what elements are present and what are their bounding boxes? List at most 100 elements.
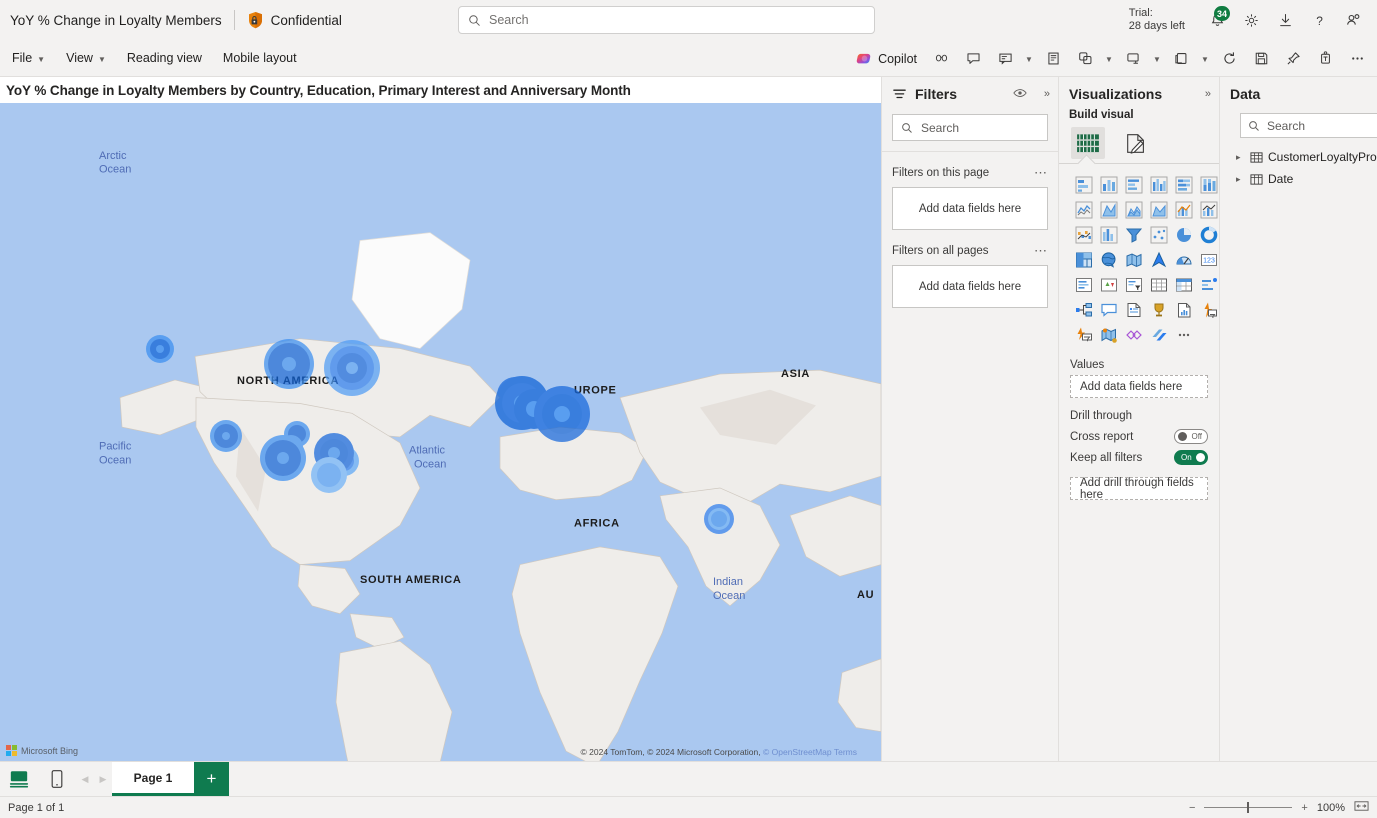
zoom-slider[interactable] bbox=[1204, 807, 1292, 808]
paginated-report-icon[interactable] bbox=[1171, 297, 1196, 322]
comment-icon[interactable] bbox=[957, 44, 989, 74]
zoom-slider-thumb[interactable] bbox=[1247, 802, 1249, 813]
menu-view[interactable]: View ▼ bbox=[57, 46, 115, 70]
map-bubble-layer[interactable] bbox=[0, 103, 881, 761]
account-manager-icon[interactable] bbox=[1337, 4, 1369, 36]
menu-file[interactable]: File ▼ bbox=[3, 46, 54, 70]
copilot-button[interactable]: Copilot bbox=[850, 46, 925, 71]
zoom-in-button[interactable]: + bbox=[1301, 802, 1307, 814]
menu-mobile-layout[interactable]: Mobile layout bbox=[214, 46, 306, 70]
next-page-icon[interactable]: ▶ bbox=[94, 762, 112, 796]
stacked-bar-chart-icon[interactable] bbox=[1071, 172, 1096, 197]
scatter-chart-icon[interactable] bbox=[1146, 222, 1171, 247]
ribbon-chart-icon[interactable] bbox=[1196, 197, 1221, 222]
keep-all-filters-toggle[interactable]: On bbox=[1174, 450, 1208, 465]
subscribe-caret[interactable]: ▼ bbox=[1101, 44, 1117, 74]
previous-page-icon[interactable]: ◀ bbox=[76, 762, 94, 796]
treemap-icon[interactable] bbox=[1071, 247, 1096, 272]
filled-map-icon[interactable] bbox=[1121, 247, 1146, 272]
smart-narrative-icon[interactable] bbox=[1121, 297, 1146, 322]
save-icon[interactable] bbox=[1245, 44, 1277, 74]
key-influencers-icon[interactable] bbox=[1096, 297, 1121, 322]
more-options-icon[interactable]: ⋯ bbox=[1034, 165, 1048, 181]
report-canvas[interactable]: YoY % Change in Loyalty Members by Count… bbox=[0, 77, 881, 761]
mobile-layout-icon[interactable] bbox=[38, 762, 76, 796]
chevron-right-icon[interactable]: ▸ bbox=[1236, 174, 1245, 185]
filters-search-input[interactable]: Search bbox=[892, 114, 1048, 141]
export-icon[interactable] bbox=[1165, 44, 1197, 74]
arcgis-maps-icon[interactable] bbox=[1096, 322, 1121, 347]
line-clustered-column-icon[interactable] bbox=[1171, 197, 1196, 222]
zoom-out-button[interactable]: − bbox=[1189, 802, 1195, 814]
cross-report-toggle[interactable]: Off bbox=[1174, 429, 1208, 444]
funnel-icon[interactable] bbox=[1121, 222, 1146, 247]
bookmarks-icon[interactable] bbox=[1037, 44, 1069, 74]
pin-icon[interactable] bbox=[1277, 44, 1309, 74]
chevron-double-right-icon[interactable]: » bbox=[1044, 88, 1050, 100]
hide-pane-eye-icon[interactable] bbox=[1013, 87, 1027, 102]
chat-in-teams-icon[interactable] bbox=[989, 44, 1021, 74]
100-stacked-bar-chart-icon[interactable] bbox=[1171, 172, 1196, 197]
openstreetmap-link[interactable]: © OpenStreetMap bbox=[763, 747, 832, 757]
gauge-icon[interactable] bbox=[1171, 247, 1196, 272]
map-terms-link[interactable]: Terms bbox=[834, 747, 857, 757]
share-caret[interactable]: ▼ bbox=[1149, 44, 1165, 74]
matrix-icon[interactable] bbox=[1171, 272, 1196, 297]
more-visuals-icon[interactable] bbox=[1171, 322, 1196, 347]
menu-reading-view[interactable]: Reading view bbox=[118, 46, 211, 70]
line-chart-icon[interactable] bbox=[1071, 197, 1096, 222]
data-table-date[interactable]: ▸ Date bbox=[1220, 168, 1377, 190]
report-title[interactable]: YoY % Change in Loyalty Members bbox=[0, 13, 222, 28]
kpi-icon[interactable] bbox=[1096, 272, 1121, 297]
subscribe-icon[interactable] bbox=[1069, 44, 1101, 74]
stacked-area-chart-icon[interactable] bbox=[1121, 197, 1146, 222]
data-search-input[interactable]: Search bbox=[1240, 113, 1377, 138]
refresh-icon[interactable] bbox=[1213, 44, 1245, 74]
help-question-icon[interactable]: ? bbox=[1303, 4, 1335, 36]
more-options-icon[interactable]: ⋯ bbox=[1034, 243, 1048, 259]
line-stacked-column-icon[interactable] bbox=[1146, 197, 1171, 222]
metrics-icon[interactable] bbox=[1146, 297, 1171, 322]
global-search-box[interactable]: Search bbox=[458, 6, 875, 34]
view-accessible-icon[interactable] bbox=[925, 44, 957, 74]
power-automate-icon[interactable] bbox=[1071, 322, 1096, 347]
format-visual-tab[interactable] bbox=[1119, 127, 1153, 159]
area-chart-icon[interactable] bbox=[1096, 197, 1121, 222]
r-script-visual-icon[interactable] bbox=[1196, 272, 1221, 297]
export-caret[interactable]: ▼ bbox=[1197, 44, 1213, 74]
chiclet-slicer-icon[interactable] bbox=[1121, 322, 1146, 347]
waterfall-chart-icon[interactable] bbox=[1071, 222, 1096, 247]
slicer-icon[interactable] bbox=[1121, 272, 1146, 297]
add-page-button[interactable]: + bbox=[194, 762, 229, 796]
donut-chart-icon[interactable] bbox=[1196, 222, 1221, 247]
settings-gear-icon[interactable] bbox=[1235, 4, 1267, 36]
filters-page-dropzone[interactable]: Add data fields here bbox=[892, 187, 1048, 230]
table-icon[interactable] bbox=[1146, 272, 1171, 297]
azure-map-icon[interactable] bbox=[1146, 247, 1171, 272]
visual-type-gallery[interactable]: 123 bbox=[1059, 164, 1219, 351]
multi-row-card-icon[interactable] bbox=[1071, 272, 1096, 297]
decomposition-tree-icon[interactable] bbox=[1071, 297, 1096, 322]
map-icon[interactable] bbox=[1096, 247, 1121, 272]
pie-chart-icon[interactable] bbox=[1171, 222, 1196, 247]
chevron-double-right-icon[interactable]: » bbox=[1205, 88, 1211, 100]
100-stacked-column-chart-icon[interactable] bbox=[1196, 172, 1221, 197]
desktop-layout-icon[interactable] bbox=[0, 762, 38, 796]
drill-through-dropzone[interactable]: Add drill through fields here bbox=[1070, 477, 1208, 500]
map-visual[interactable]: Arctic Ocean Pacific Ocean Atlantic Ocea… bbox=[0, 103, 881, 761]
card-icon[interactable]: 123 bbox=[1196, 247, 1221, 272]
stacked-column-chart-icon[interactable] bbox=[1096, 172, 1121, 197]
more-options-icon[interactable] bbox=[1341, 44, 1373, 74]
fit-to-page-icon[interactable] bbox=[1354, 800, 1369, 815]
clustered-column-chart-icon[interactable] bbox=[1146, 172, 1171, 197]
page-tab-page-1[interactable]: Page 1 bbox=[112, 762, 194, 796]
chevron-right-icon[interactable]: ▸ bbox=[1236, 152, 1245, 163]
synoptic-panel-icon[interactable] bbox=[1146, 322, 1171, 347]
funnel-chart-icon[interactable] bbox=[1096, 222, 1121, 247]
map-bubbles[interactable] bbox=[146, 335, 734, 534]
notifications-bell-icon[interactable]: 34 bbox=[1201, 4, 1233, 36]
build-visual-tab[interactable] bbox=[1071, 127, 1105, 159]
chat-in-teams-caret[interactable]: ▼ bbox=[1021, 44, 1037, 74]
zoom-level-label[interactable]: 100% bbox=[1317, 802, 1345, 814]
power-apps-icon[interactable] bbox=[1196, 297, 1221, 322]
